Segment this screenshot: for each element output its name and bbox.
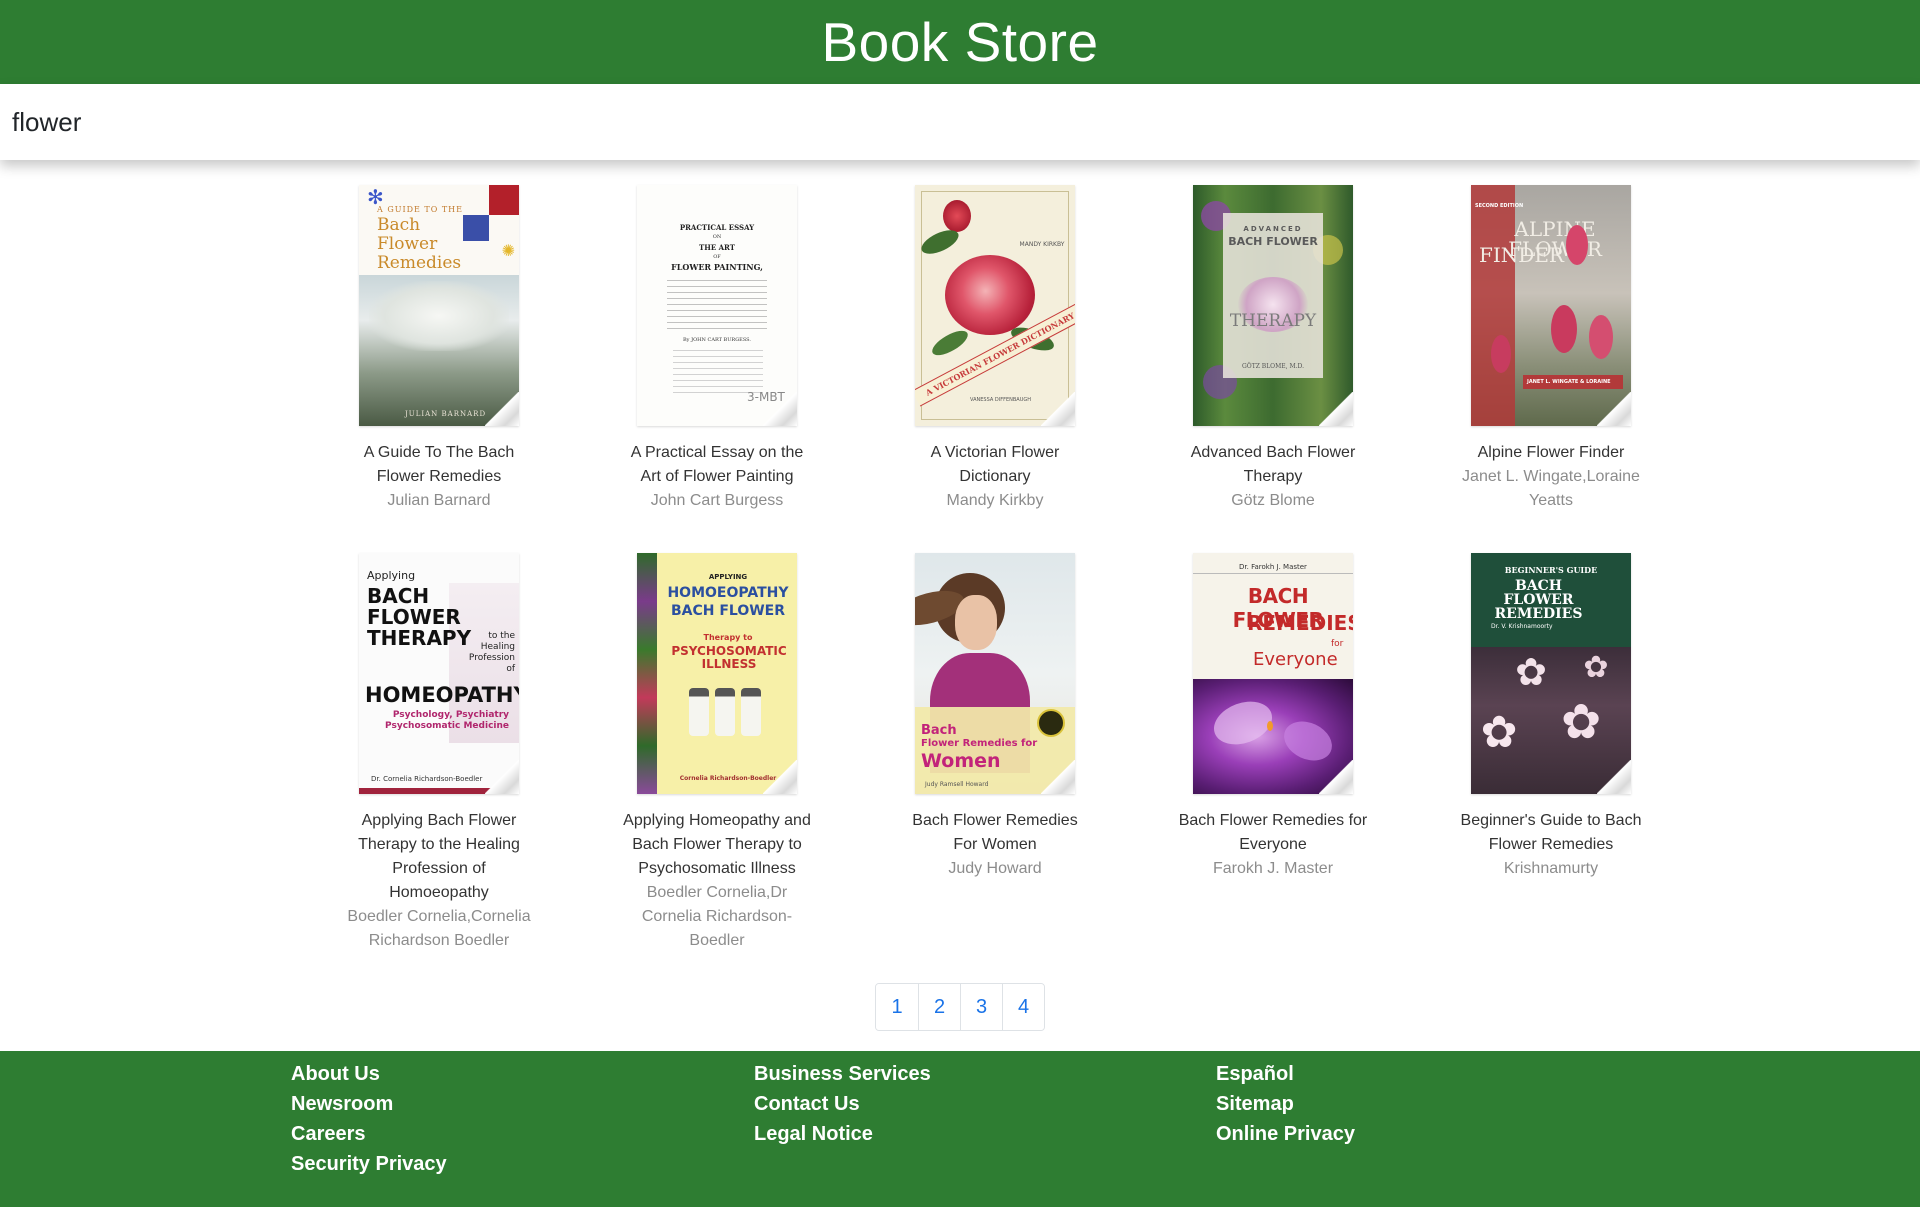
search-bar [0,84,1920,160]
book-author: Mandy Kirkby [946,492,1044,509]
book-grid: ✻ ✺ A GUIDE TO THE Bach Flower Remedies … [300,185,1690,953]
book-title[interactable]: Bach Flower Remedies for Everyone [1178,809,1368,857]
book-cover[interactable]: SECOND EDITION ALPINE FLOWER FINDER JANE… [1471,185,1631,426]
book-author: Judy Howard [948,860,1042,877]
book-title[interactable]: Applying Bach Flower Therapy to the Heal… [344,809,534,905]
app-title: Book Store [821,11,1099,73]
search-input[interactable] [12,106,1892,138]
book-author: Krishnamurty [1503,860,1599,877]
book-cover[interactable]: Applying BACH FLOWER THERAPY to the Heal… [359,553,519,794]
site-footer: About Us Newsroom Careers Security Priva… [0,1051,1920,1207]
book-author: Janet L. Wingate,Loraine Yeatts [1462,468,1640,509]
book-card[interactable]: APPLYING HOMOEOPATHY BACH FLOWER Therapy… [578,553,856,953]
book-title[interactable]: Alpine Flower Finder [1456,441,1646,465]
footer-link-business-services[interactable]: Business Services [754,1059,931,1089]
book-cover[interactable]: MANDY KIRKBY A VICTORIAN FLOWER DICTIONA… [915,185,1075,426]
footer-link-careers[interactable]: Careers [291,1119,447,1149]
footer-link-espanol[interactable]: Español [1216,1059,1355,1089]
book-author: John Cart Burgess [650,492,784,509]
page-link-3[interactable]: 3 [960,984,1002,1030]
book-cover[interactable]: APPLYING HOMOEOPATHY BACH FLOWER Therapy… [637,553,797,794]
footer-link-online-privacy[interactable]: Online Privacy [1216,1119,1355,1149]
book-card[interactable]: PRACTICAL ESSAY ON THE ART OF FLOWER PAI… [578,185,856,513]
book-author: Julian Barnard [387,492,491,509]
book-card[interactable]: ADVANCED BACH FLOWER THERAPY GÖTZ BLOME,… [1134,185,1412,513]
footer-link-about[interactable]: About Us [291,1059,447,1089]
footer-link-legal[interactable]: Legal Notice [754,1119,931,1149]
book-card[interactable]: Applying BACH FLOWER THERAPY to the Heal… [300,553,578,953]
book-author: Götz Blome [1231,492,1315,509]
page-link-4[interactable]: 4 [1002,984,1044,1030]
book-author: Boedler Cornelia,Cornelia Richardson Boe… [347,908,531,949]
footer-column: Español Sitemap Online Privacy [1216,1059,1355,1149]
book-card[interactable]: Bach Flower Remedies for Women Judy Rams… [856,553,1134,953]
book-card[interactable]: BEGINNER'S GUIDE BACH FLOWER REMEDIES Dr… [1412,553,1690,953]
footer-link-security-privacy[interactable]: Security Privacy [291,1149,447,1179]
book-card[interactable]: MANDY KIRKBY A VICTORIAN FLOWER DICTIONA… [856,185,1134,513]
book-cover[interactable]: ✻ ✺ A GUIDE TO THE Bach Flower Remedies … [359,185,519,426]
book-title[interactable]: Bach Flower Remedies For Women [900,809,1090,857]
footer-link-newsroom[interactable]: Newsroom [291,1089,447,1119]
book-cover[interactable]: Bach Flower Remedies for Women Judy Rams… [915,553,1075,794]
book-title[interactable]: Applying Homeopathy and Bach Flower Ther… [622,809,812,881]
book-title[interactable]: Advanced Bach Flower Therapy [1178,441,1368,489]
book-card[interactable]: Dr. Farokh J. Master BACH FLOWER REMEDIE… [1134,553,1412,953]
page-link-1[interactable]: 1 [876,984,918,1030]
book-title[interactable]: A Victorian Flower Dictionary [900,441,1090,489]
page-link-2[interactable]: 2 [918,984,960,1030]
book-cover[interactable]: PRACTICAL ESSAY ON THE ART OF FLOWER PAI… [637,185,797,426]
book-card[interactable]: ✻ ✺ A GUIDE TO THE Bach Flower Remedies … [300,185,578,513]
book-title[interactable]: A Practical Essay on the Art of Flower P… [622,441,812,489]
footer-column: About Us Newsroom Careers Security Priva… [291,1059,447,1179]
book-cover[interactable]: BEGINNER'S GUIDE BACH FLOWER REMEDIES Dr… [1471,553,1631,794]
book-author: Boedler Cornelia,Dr Cornelia Richardson-… [641,884,793,949]
footer-link-sitemap[interactable]: Sitemap [1216,1089,1355,1119]
book-cover[interactable]: Dr. Farokh J. Master BACH FLOWER REMEDIE… [1193,553,1353,794]
pagination: 1 2 3 4 [875,983,1045,1031]
flower-icon: ✿ [1515,652,1547,694]
book-title[interactable]: Beginner's Guide to Bach Flower Remedies [1456,809,1646,857]
book-author: Farokh J. Master [1212,860,1334,877]
footer-link-contact[interactable]: Contact Us [754,1089,931,1119]
book-card[interactable]: SECOND EDITION ALPINE FLOWER FINDER JANE… [1412,185,1690,513]
footer-column: Business Services Contact Us Legal Notic… [754,1059,931,1149]
book-cover[interactable]: ADVANCED BACH FLOWER THERAPY GÖTZ BLOME,… [1193,185,1353,426]
book-title[interactable]: A Guide To The Bach Flower Remedies [344,441,534,489]
app-header: Book Store [0,0,1920,84]
